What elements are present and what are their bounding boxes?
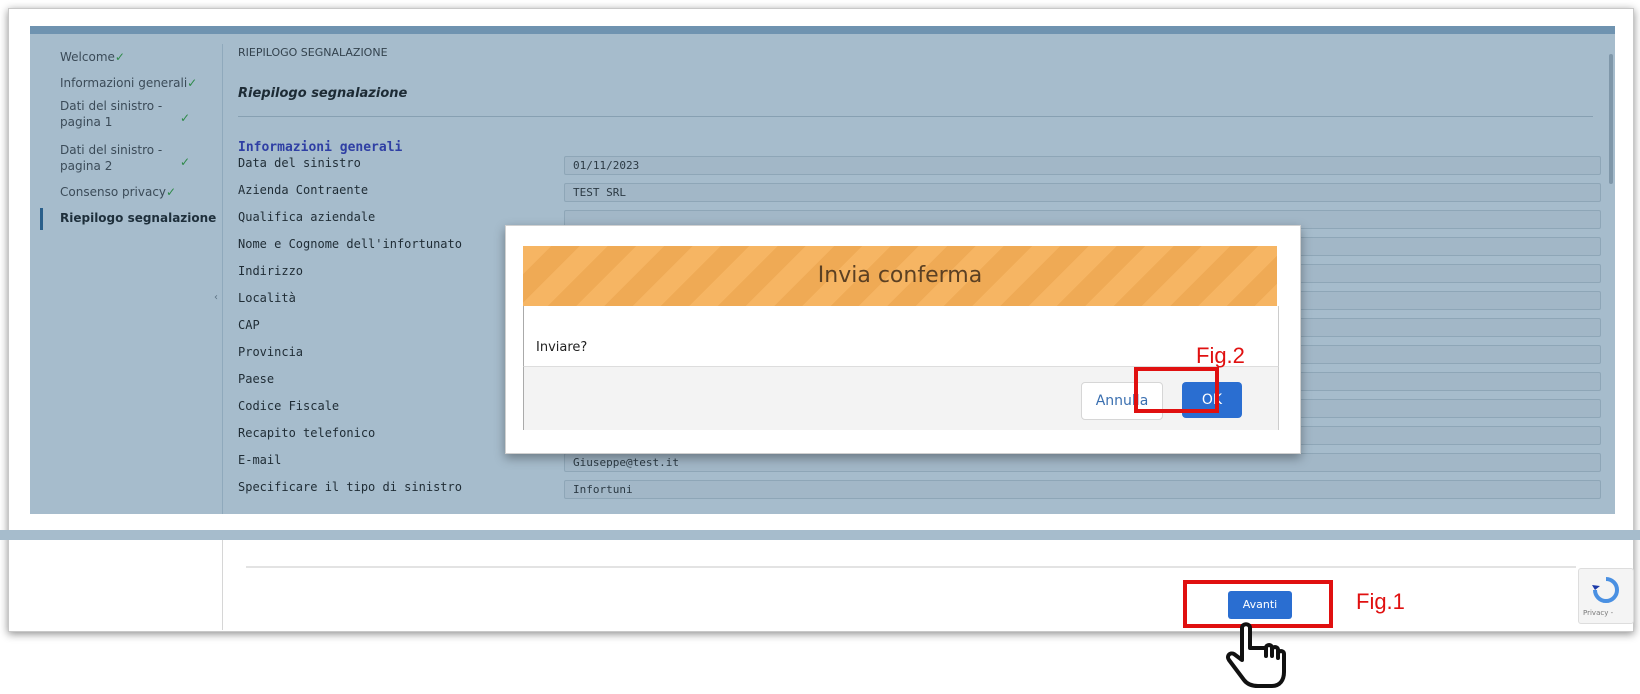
recaptcha-icon xyxy=(1592,577,1619,603)
field-label: Località xyxy=(238,291,296,305)
check-icon: ✓ xyxy=(179,111,190,125)
check-icon: ✓ xyxy=(179,155,190,169)
sidebar-item-label: Dati del sinistro - pagina 2 xyxy=(60,143,163,173)
sidebar-item-label: Informazioni generali xyxy=(60,76,188,90)
sidebar-divider-lower xyxy=(222,540,223,630)
field-label: Codice Fiscale xyxy=(238,399,340,413)
field-label: Qualifica aziendale xyxy=(238,210,376,224)
check-icon: ✓ xyxy=(114,50,125,64)
sidebar-item-label: Riepilogo segnalazione xyxy=(60,211,217,225)
recaptcha-text: Privacy - xyxy=(1583,609,1614,617)
field-label: Provincia xyxy=(238,345,304,359)
field-label: Recapito telefonico xyxy=(238,426,376,440)
sidebar-divider xyxy=(222,44,229,514)
field-label: Indirizzo xyxy=(238,264,304,278)
top-bar xyxy=(30,26,1615,34)
sidebar-item-label: Welcome xyxy=(60,50,115,64)
fig2-label: Fig.2 xyxy=(1196,343,1245,368)
field-label: Specificare il tipo di sinistro xyxy=(238,480,462,494)
field-label: CAP xyxy=(238,318,260,332)
dialog-body: Inviare? xyxy=(523,306,1279,366)
sidebar-item-welcome[interactable]: Welcome✓ xyxy=(60,49,125,65)
ok-highlight-box xyxy=(1134,367,1219,413)
field-label: Data del sinistro xyxy=(238,156,361,170)
check-icon: ✓ xyxy=(187,76,198,90)
field-label: E-mail xyxy=(238,453,282,467)
sidebar-item-dati-sinistro-2[interactable]: Dati del sinistro - pagina 2 ✓ xyxy=(60,142,190,174)
divider xyxy=(238,116,1593,117)
field-value: Giuseppe@test.it xyxy=(564,453,1601,472)
sidebar-item-consenso-privacy[interactable]: Consenso privacy✓ xyxy=(60,184,176,200)
sidebar-item-label: Dati del sinistro - pagina 1 xyxy=(60,99,163,129)
pointer-hand-icon xyxy=(1225,622,1286,688)
field-label: Azienda Contraente xyxy=(238,183,369,197)
field-value: 01/11/2023 xyxy=(564,156,1601,175)
sidebar: Welcome✓ Informazioni generali✓ Dati del… xyxy=(30,34,222,514)
confirm-dialog: Invia conferma Inviare? Annulla OK xyxy=(505,225,1301,454)
page-title: Riepilogo segnalazione xyxy=(238,86,408,101)
field-value: Infortuni xyxy=(564,480,1601,499)
next-highlight-box xyxy=(1183,580,1333,628)
field-value: TEST SRL xyxy=(564,183,1601,202)
backdrop-strip xyxy=(0,530,1640,540)
check-icon: ✓ xyxy=(166,185,177,199)
footer-divider xyxy=(246,566,1576,568)
sidebar-item-dati-sinistro-1[interactable]: Dati del sinistro - pagina 1 ✓ xyxy=(60,98,190,130)
breadcrumb: RIEPILOGO SEGNALAZIONE xyxy=(238,46,388,59)
sidebar-item-label: Consenso privacy xyxy=(60,185,167,199)
scrollbar[interactable] xyxy=(1609,54,1613,184)
recaptcha-badge[interactable]: Privacy - xyxy=(1578,568,1634,624)
fig1-label: Fig.1 xyxy=(1356,589,1405,614)
section-title: Informazioni generali xyxy=(238,140,403,155)
dialog-message: Inviare? xyxy=(536,340,588,355)
sidebar-item-informazioni-generali[interactable]: Informazioni generali✓ xyxy=(60,75,197,91)
sidebar-item-riepilogo[interactable]: Riepilogo segnalazione xyxy=(40,208,225,230)
dialog-title: Invia conferma xyxy=(523,246,1277,306)
field-label: Paese xyxy=(238,372,275,386)
field-label: Nome e Cognome dell'infortunato xyxy=(238,237,462,251)
collapse-icon[interactable]: ‹ xyxy=(214,292,218,303)
